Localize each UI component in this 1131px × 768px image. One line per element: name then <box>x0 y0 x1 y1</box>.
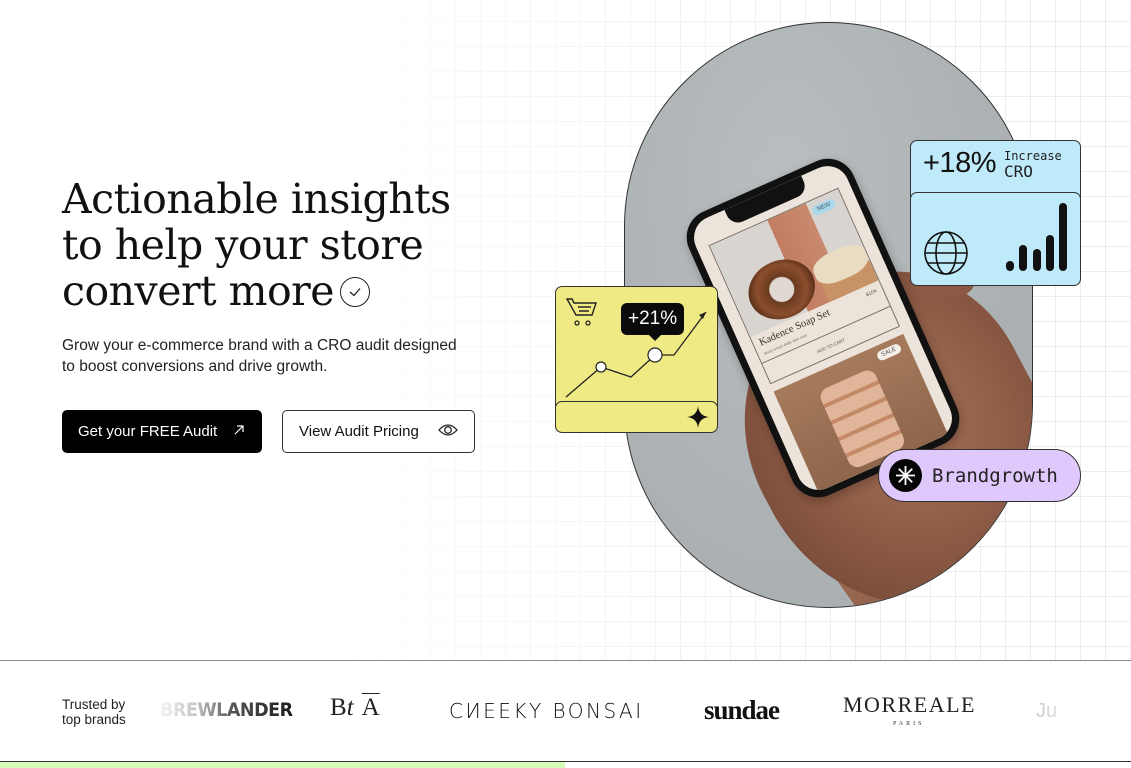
product-price: $104 <box>865 288 878 299</box>
data-point <box>595 361 607 373</box>
cro-value: +18% <box>923 147 996 179</box>
accent-strip <box>0 762 565 768</box>
hero-subtitle: Grow your e-commerce brand with a CRO au… <box>62 337 457 375</box>
hero-title-line-3-text: convert more <box>62 267 335 315</box>
arrow-up-right-icon <box>232 423 246 441</box>
logos-divider-top <box>0 660 1131 661</box>
conversion-card: +21% <box>555 286 718 433</box>
logo-bta: Bt A <box>330 694 380 722</box>
conversion-value-tooltip: +21% <box>621 303 685 341</box>
logo-sundae: sundae <box>704 695 780 725</box>
brand-name: Brandgrowth <box>932 464 1058 487</box>
hero-title-line-2: to help your store <box>62 221 424 269</box>
cro-card-body <box>911 192 1080 285</box>
sale-badge: SALE <box>875 342 903 363</box>
hero-title: Actionable insights to help your store c… <box>62 176 482 314</box>
logo-cheeky-bonsai: CИEEKY BONSAI <box>449 699 644 723</box>
logo-morreale: MORREALE <box>843 692 976 717</box>
growth-arrow-head <box>699 312 706 319</box>
logo-morreale-subtext: PARIS <box>893 721 925 727</box>
new-badge: NEW <box>810 197 837 217</box>
logo-ju: Ju <box>1036 700 1072 723</box>
trusted-by-label: Trusted by top brands <box>62 697 126 727</box>
cro-label: Increase CRO <box>1004 148 1062 180</box>
get-free-audit-label: Get your FREE Audit <box>78 423 218 440</box>
logo-bta-t: t <box>346 694 354 721</box>
trusted-line-1: Trusted by <box>62 697 126 712</box>
eye-icon <box>438 423 458 441</box>
data-point-highlight <box>647 347 663 363</box>
cro-label-line-2: CRO <box>1003 161 1033 181</box>
check-circle-icon <box>340 276 371 307</box>
get-free-audit-button[interactable]: Get your FREE Audit <box>62 410 262 453</box>
cro-card: +18% Increase CRO <box>910 140 1081 286</box>
logo-brewlander: BREWLANDER <box>160 699 293 721</box>
signal-bars-icon <box>1006 203 1068 278</box>
trusted-line-2: top brands <box>62 712 126 727</box>
globe-icon <box>923 230 969 281</box>
view-audit-pricing-label: View Audit Pricing <box>299 423 419 440</box>
logo-bta-b: Bt <box>330 694 354 721</box>
sparkle-icon <box>687 406 709 432</box>
hero-title-line-1: Actionable insights <box>62 175 451 223</box>
asterisk-icon <box>889 459 922 492</box>
conversion-card-footer <box>556 401 717 432</box>
brand-badge: Brandgrowth <box>878 449 1081 502</box>
cro-card-header: +18% Increase CRO <box>923 147 1062 180</box>
hero-title-line-3: convert more <box>62 268 482 314</box>
view-audit-pricing-button[interactable]: View Audit Pricing <box>282 410 475 453</box>
logo-bta-a: A <box>361 694 380 721</box>
